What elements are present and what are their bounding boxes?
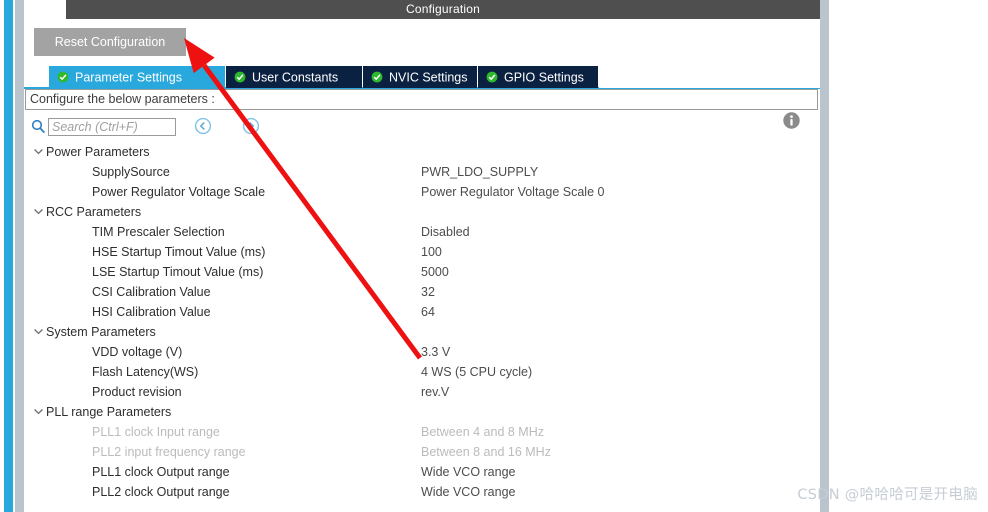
- screenshot-root: Configuration Reset Configuration Parame…: [0, 0, 988, 512]
- tree-group-pll-range-parameters[interactable]: PLL range Parameters: [24, 402, 820, 422]
- chevron-down-icon[interactable]: [33, 326, 44, 337]
- parameter-value[interactable]: Power Regulator Voltage Scale 0: [421, 182, 604, 202]
- circle-chevron-right-icon[interactable]: [242, 117, 260, 135]
- search-input[interactable]: [48, 118, 176, 136]
- check-circle-icon: [371, 71, 383, 83]
- check-circle-icon: [57, 71, 69, 83]
- parameter-value[interactable]: 3.3 V: [421, 342, 450, 362]
- parameter-tree: Power Parameters SupplySource PWR_LDO_SUPP…: [24, 142, 820, 512]
- reset-configuration-button[interactable]: Reset Configuration: [34, 28, 186, 56]
- parameter-value[interactable]: Wide VCO range: [421, 462, 515, 482]
- table-row[interactable]: Flash Latency(WS) 4 WS (5 CPU cycle): [24, 362, 820, 382]
- chevron-down-icon[interactable]: [33, 146, 44, 157]
- tree-group-label: RCC Parameters: [46, 205, 142, 219]
- parameter-name: Flash Latency(WS): [92, 365, 199, 379]
- parameter-name: PLL1 clock Input range: [92, 425, 220, 439]
- tree-group-power-parameters[interactable]: Power Parameters: [24, 142, 820, 162]
- parameter-value[interactable]: Between 4 and 8 MHz: [421, 422, 544, 442]
- parameter-name: SupplySource: [92, 165, 170, 179]
- table-row[interactable]: HSI Calibration Value 64: [24, 302, 820, 322]
- parameter-value[interactable]: rev.V: [421, 382, 449, 402]
- table-row[interactable]: Power Regulator Voltage Scale Power Regul…: [24, 182, 820, 202]
- parameter-name: PLL1 clock Output range: [92, 465, 230, 479]
- tree-group-label: System Parameters: [46, 325, 156, 339]
- table-row[interactable]: Product revision rev.V: [24, 382, 820, 402]
- tree-group-label: PLL range Parameters: [46, 405, 172, 419]
- tabstrip-filler: [599, 66, 820, 88]
- parameter-name: Power Regulator Voltage Scale: [92, 185, 266, 199]
- table-row[interactable]: PLL2 input frequency range Between 8 and …: [24, 442, 820, 462]
- parameter-value[interactable]: 100: [421, 242, 442, 262]
- tab-label: NVIC Settings: [389, 70, 468, 85]
- description-label: Configure the below parameters :: [25, 89, 818, 110]
- parameter-name: PLL2 clock Output range: [92, 485, 230, 499]
- parameter-name: TIM Prescaler Selection: [92, 225, 225, 239]
- parameter-value[interactable]: Wide VCO range: [421, 482, 515, 502]
- parameter-value[interactable]: 64: [421, 302, 435, 322]
- parameter-name: Product revision: [92, 385, 182, 399]
- right-gray-rail: [820, 0, 829, 512]
- tab-gpio-settings[interactable]: GPIO Settings: [478, 66, 598, 88]
- table-row[interactable]: PLL1 clock Output range Wide VCO range: [24, 462, 820, 482]
- tab-label: User Constants: [252, 70, 339, 85]
- tab-bar: Parameter Settings User Constants NVIC Set…: [24, 66, 820, 88]
- table-row[interactable]: PLL1 clock Input range Between 4 and 8 MH…: [24, 422, 820, 442]
- search-row: [24, 112, 820, 142]
- table-row[interactable]: LSE Startup Timout Value (ms) 5000: [24, 262, 820, 282]
- tree-group-label: Power Parameters: [46, 145, 150, 159]
- tab-nvic-settings[interactable]: NVIC Settings: [363, 66, 477, 88]
- info-circle-icon[interactable]: [782, 111, 801, 130]
- tab-label: Parameter Settings: [75, 70, 182, 85]
- check-circle-icon: [234, 71, 246, 83]
- circle-chevron-left-icon[interactable]: [194, 117, 212, 135]
- chevron-down-icon[interactable]: [33, 206, 44, 217]
- parameter-name: HSE Startup Timout Value (ms): [92, 245, 266, 259]
- parameter-name: CSI Calibration Value: [92, 285, 211, 299]
- search-icon: [31, 119, 46, 134]
- parameter-name: PLL2 input frequency range: [92, 445, 246, 459]
- tree-group-rcc-parameters[interactable]: RCC Parameters: [24, 202, 820, 222]
- watermark-text: CSDN @哈哈哈可是开电脑: [797, 487, 978, 503]
- parameter-value[interactable]: Between 8 and 16 MHz: [421, 442, 551, 462]
- left-blue-rail: [4, 0, 13, 512]
- window-title: Configuration: [66, 0, 820, 19]
- tab-user-constants[interactable]: User Constants: [226, 66, 362, 88]
- table-row[interactable]: CSI Calibration Value 32: [24, 282, 820, 302]
- table-row[interactable]: PLL2 clock Output range Wide VCO range: [24, 482, 820, 502]
- parameter-name: HSI Calibration Value: [92, 305, 211, 319]
- tree-group-system-parameters[interactable]: System Parameters: [24, 322, 820, 342]
- configuration-window: Configuration Reset Configuration Parame…: [24, 0, 820, 512]
- tab-parameter-settings[interactable]: Parameter Settings: [49, 66, 225, 88]
- parameter-value[interactable]: PWR_LDO_SUPPLY: [421, 162, 538, 182]
- parameter-name: LSE Startup Timout Value (ms): [92, 265, 264, 279]
- tab-label: GPIO Settings: [504, 70, 584, 85]
- table-row[interactable]: VDD voltage (V) 3.3 V: [24, 342, 820, 362]
- table-row[interactable]: SupplySource PWR_LDO_SUPPLY: [24, 162, 820, 182]
- parameter-value[interactable]: Disabled: [421, 222, 470, 242]
- table-row[interactable]: HSE Startup Timout Value (ms) 100: [24, 242, 820, 262]
- left-gray-rail: [15, 0, 24, 512]
- parameter-value[interactable]: 4 WS (5 CPU cycle): [421, 362, 532, 382]
- chevron-down-icon[interactable]: [33, 406, 44, 417]
- parameter-name: VDD voltage (V): [92, 345, 183, 359]
- table-row[interactable]: TIM Prescaler Selection Disabled: [24, 222, 820, 242]
- check-circle-icon: [486, 71, 498, 83]
- parameter-value[interactable]: 5000: [421, 262, 449, 282]
- titlebar-left-spacer: [24, 0, 66, 19]
- parameter-value[interactable]: 32: [421, 282, 435, 302]
